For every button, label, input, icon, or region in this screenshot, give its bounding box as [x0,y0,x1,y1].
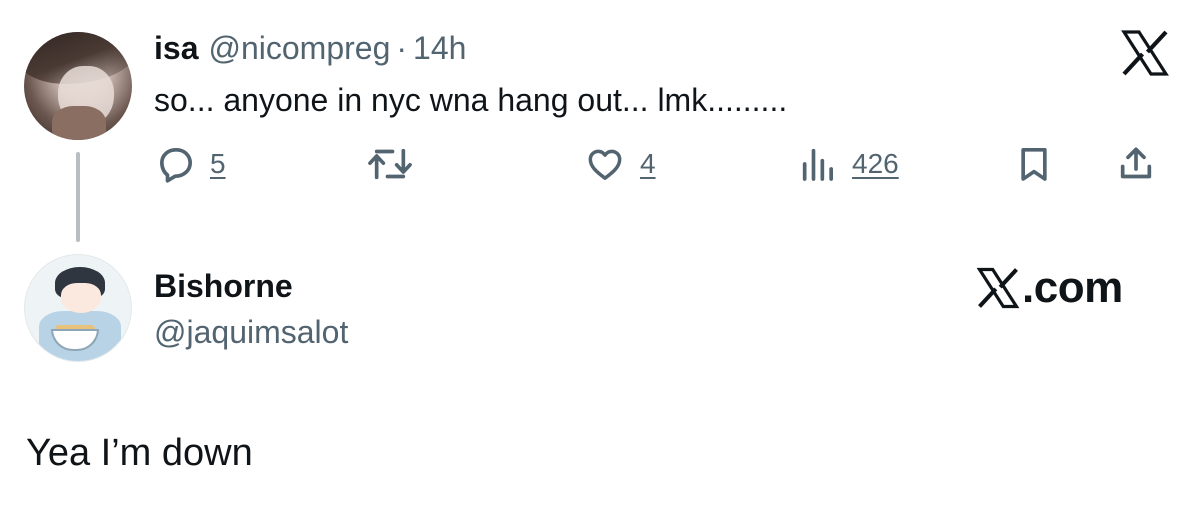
parent-author-handle[interactable]: @nicompreg [208,28,390,68]
views-button[interactable]: 426 [798,142,899,186]
parent-tweet-header: isa @nicompreg · 14h [154,28,466,68]
reply-count: 5 [210,148,226,179]
screenshot-root: isa @nicompreg · 14h so... anyone in nyc… [0,0,1200,527]
views-icon [802,148,833,181]
parent-author-name[interactable]: isa [154,28,198,68]
view-count: 426 [852,148,899,179]
header-separator: · [396,30,408,66]
avatar-hand [52,106,106,140]
heart-icon [588,149,622,180]
x-logo-icon [1121,30,1169,76]
share-button[interactable] [1116,142,1156,186]
like-button[interactable]: 4 [584,142,656,186]
x-logo-icon [976,267,1020,309]
retweet-button[interactable] [366,142,428,186]
reply-author-name[interactable]: Bishorne [154,266,293,306]
thread-connector-line [76,152,80,242]
like-count: 4 [640,148,656,179]
reply-tweet-text: Yea I’m down [26,432,253,474]
reply-icon [160,148,193,183]
reply-author-handle[interactable]: @jaquimsalot [154,312,348,352]
reply-button[interactable]: 5 [156,142,226,186]
xcom-watermark: .com [976,262,1123,314]
avatar-bishorne[interactable] [24,254,132,362]
retweet-icon [368,148,412,180]
bookmark-icon [1021,148,1047,181]
parent-tweet-text: so... anyone in nyc wna hang out... lmk.… [154,82,788,118]
bookmark-button[interactable] [1014,142,1054,186]
parent-timestamp[interactable]: 14h [413,28,466,68]
avatar-isa[interactable] [24,32,132,140]
share-icon [1120,147,1152,179]
xcom-suffix: .com [1022,263,1123,312]
avatar-face [61,283,101,313]
